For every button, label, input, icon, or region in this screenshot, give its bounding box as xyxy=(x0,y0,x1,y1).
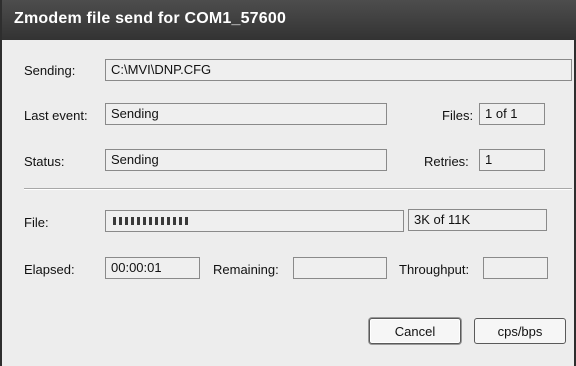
cps-bps-button[interactable]: cps/bps xyxy=(474,318,566,344)
progress-block xyxy=(131,217,134,225)
last-event-label: Last event: xyxy=(24,108,88,123)
progress-block xyxy=(179,217,182,225)
progress-fill xyxy=(113,217,188,225)
separator xyxy=(24,188,572,190)
status-label: Status: xyxy=(24,154,65,169)
status-field: Sending xyxy=(105,149,387,171)
progress-block xyxy=(143,217,146,225)
progress-block xyxy=(125,217,128,225)
elapsed-field: 00:00:01 xyxy=(105,257,200,279)
progress-block xyxy=(161,217,164,225)
last-event-field: Sending xyxy=(105,103,387,125)
window-title: Zmodem file send for COM1_57600 xyxy=(14,10,287,27)
progress-block xyxy=(173,217,176,225)
files-field: 1 of 1 xyxy=(479,103,545,125)
cancel-button[interactable]: Cancel xyxy=(369,318,461,344)
progress-block xyxy=(149,217,152,225)
progress-block xyxy=(185,217,188,225)
zmodem-dialog: Zmodem file send for COM1_57600 Sending:… xyxy=(0,0,576,366)
sending-path-field: C:\MVI\DNP.CFG xyxy=(105,59,572,81)
progress-block xyxy=(155,217,158,225)
progress-block xyxy=(137,217,140,225)
title-bar[interactable]: Zmodem file send for COM1_57600 xyxy=(2,0,576,40)
throughput-field xyxy=(483,257,548,279)
remaining-field xyxy=(293,257,387,279)
file-progress-bar xyxy=(105,210,404,232)
throughput-label: Throughput: xyxy=(399,262,470,277)
progress-block xyxy=(113,217,116,225)
remaining-label: Remaining: xyxy=(213,262,279,277)
progress-block xyxy=(167,217,170,225)
retries-label: Retries: xyxy=(424,154,469,169)
elapsed-label: Elapsed: xyxy=(24,262,75,277)
progress-block xyxy=(119,217,122,225)
file-size-field: 3K of 11K xyxy=(408,209,547,231)
sending-label: Sending: xyxy=(24,63,76,78)
retries-field: 1 xyxy=(479,149,545,171)
files-label: Files: xyxy=(442,108,474,123)
file-label: File: xyxy=(24,215,49,230)
